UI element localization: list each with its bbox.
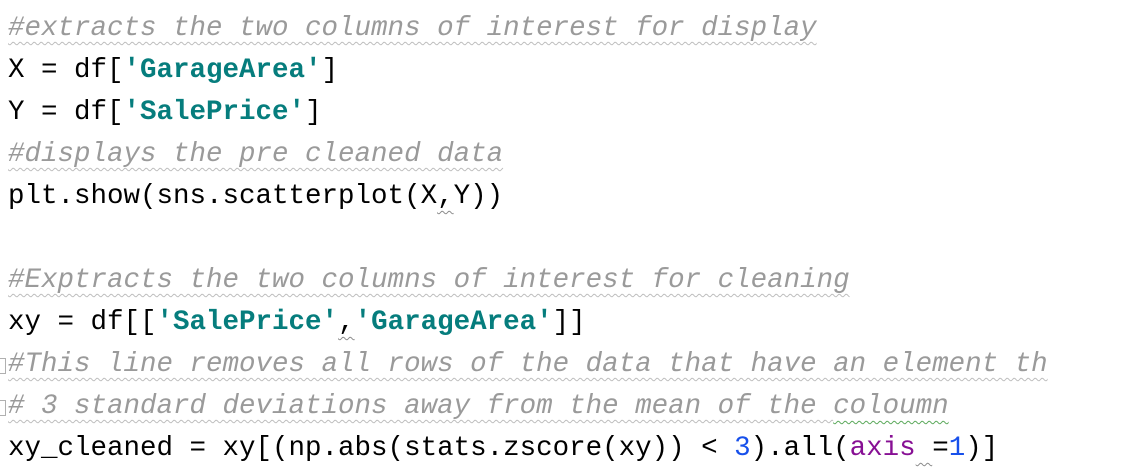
code-text: xy = df[[ [8, 307, 157, 338]
code-text: ] [321, 55, 339, 86]
pep8-warning-comma: , [437, 181, 454, 212]
code-line-11: xy_cleaned = xy[(np.abs(stats.zscore(xy)… [8, 431, 998, 467]
code-line-9: #This line removes all rows of the data … [8, 347, 1048, 383]
keyword-argument: axis [849, 433, 916, 464]
code-text: plt.show(sns.scatterplot(X [8, 181, 438, 212]
pep8-warning-space [916, 433, 933, 464]
comment: #This line removes all rows of the data … [8, 349, 1048, 380]
code-text: X = df[ [8, 55, 124, 86]
string-literal: 'SalePrice' [156, 307, 339, 338]
code-text: ] [305, 97, 322, 128]
code-line-4: #displays the pre cleaned data [8, 137, 503, 173]
spelling-warning: coloumn [833, 391, 949, 422]
code-text: = [932, 433, 949, 464]
code-line-10: # 3 standard deviations away from the me… [8, 389, 949, 425]
code-line-7: #Exptracts the two columns of interest f… [8, 263, 850, 299]
code-text: )] [965, 433, 999, 464]
string-literal: 'GarageArea' [123, 55, 322, 86]
code-text: Y = df[ [8, 97, 124, 128]
code-text: Y)) [453, 181, 504, 212]
code-text: ).all( [750, 433, 850, 464]
code-text: xy_cleaned = xy[(np.abs(stats.zscore(xy)… [8, 433, 735, 464]
string-literal: 'SalePrice' [123, 97, 306, 128]
comment: # 3 standard deviations away from the me… [8, 391, 834, 422]
code-text: ]] [552, 307, 586, 338]
code-line-2: X = df['GarageArea'] [8, 53, 338, 89]
comment: #Exptracts the two columns of interest f… [8, 265, 850, 296]
code-line-8: xy = df[['SalePrice','GarageArea']] [8, 305, 586, 341]
fold-marker-icon[interactable] [0, 400, 6, 416]
number-literal: 3 [734, 433, 751, 464]
number-literal: 1 [948, 433, 966, 464]
string-literal: 'GarageArea' [354, 307, 553, 338]
comment: #extracts the two columns of interest fo… [8, 13, 817, 44]
code-editor[interactable]: #extracts the two columns of interest fo… [0, 0, 1140, 475]
code-line-1: #extracts the two columns of interest fo… [8, 11, 817, 47]
comment: #displays the pre cleaned data [8, 139, 504, 170]
pep8-warning-comma: , [338, 307, 355, 338]
code-line-3: Y = df['SalePrice'] [8, 95, 322, 131]
code-line-5: plt.show(sns.scatterplot(X,Y)) [8, 179, 503, 215]
fold-marker-icon[interactable] [0, 358, 6, 374]
